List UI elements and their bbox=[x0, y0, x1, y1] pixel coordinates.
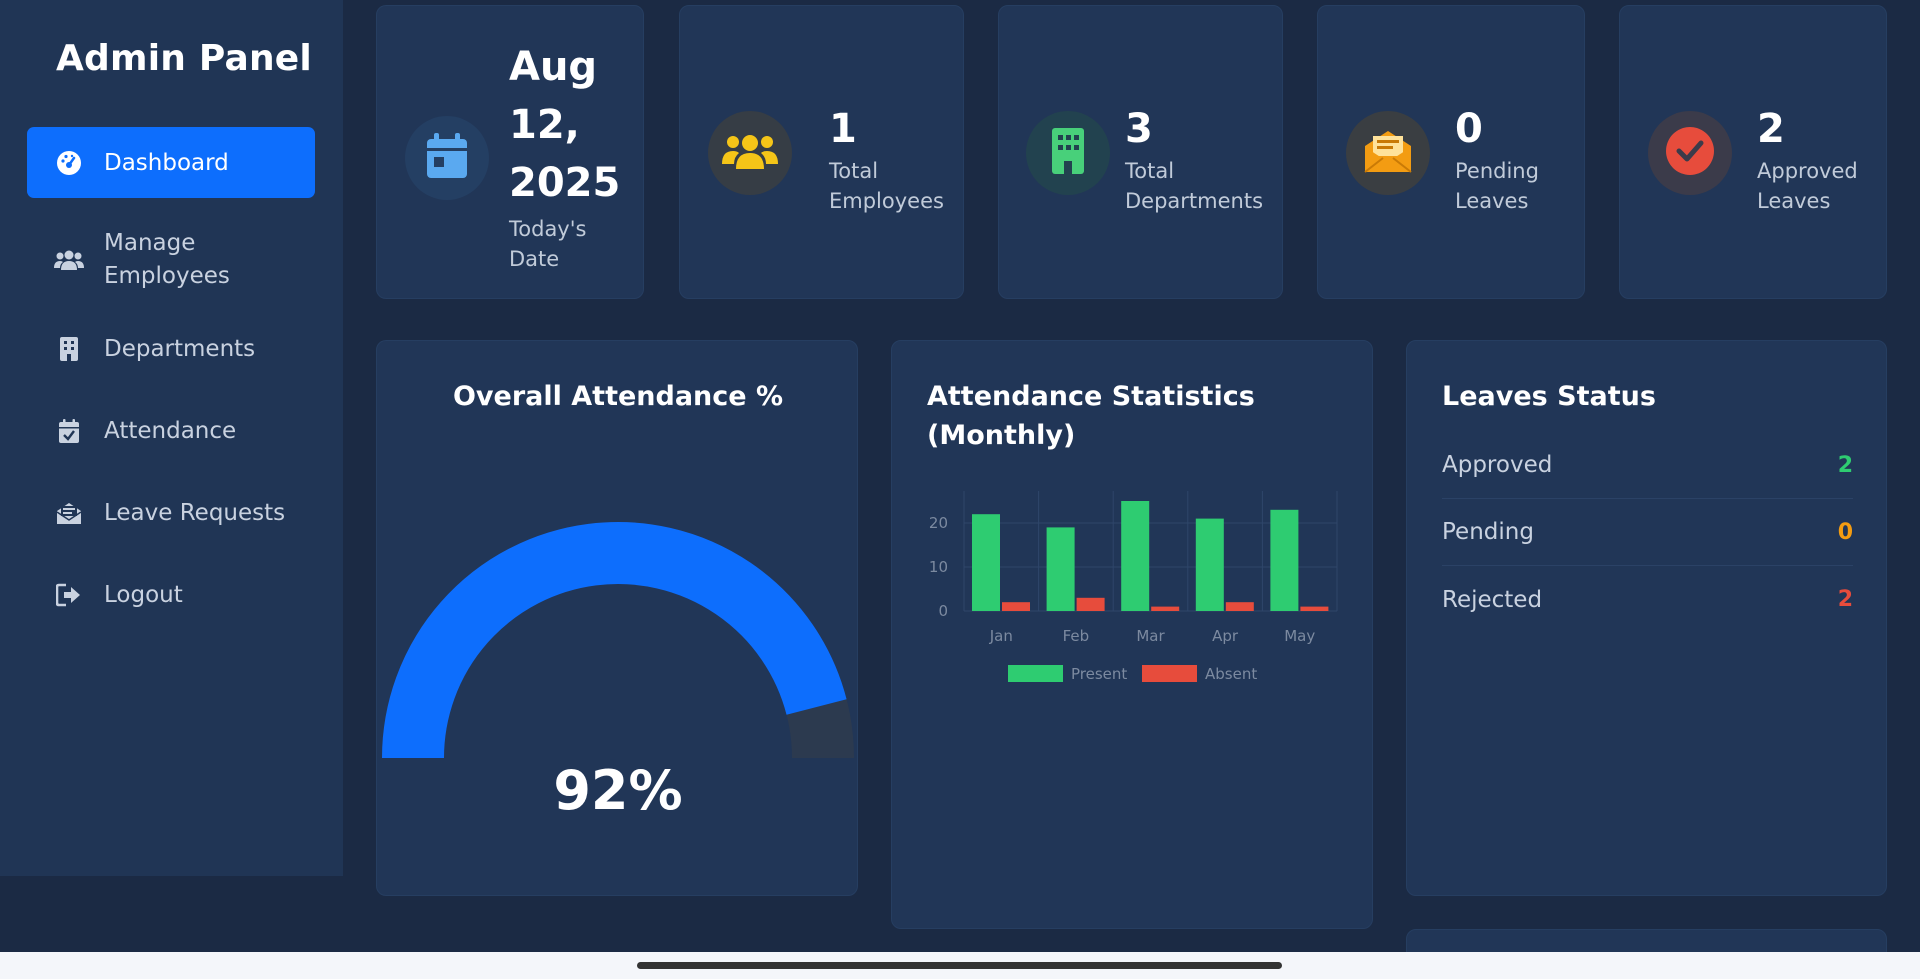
legend-swatch-absent bbox=[1142, 665, 1197, 682]
stat-label: Today's Date bbox=[509, 217, 587, 271]
stat-icon-bg bbox=[405, 116, 489, 200]
stat-card-employees: 1 Total Employees bbox=[679, 5, 964, 299]
building-icon bbox=[54, 334, 84, 364]
stat-icon-bg bbox=[1648, 111, 1732, 195]
leave-row-rejected: Rejected 2 bbox=[1442, 566, 1853, 633]
sidebar-item-departments[interactable]: Departments bbox=[27, 314, 315, 384]
y-tick-label: 0 bbox=[938, 602, 948, 620]
bar-present bbox=[1270, 509, 1299, 611]
stat-card-approved-leaves: 2 Approved Leaves bbox=[1619, 5, 1887, 299]
sidebar-item-attendance[interactable]: Attendance bbox=[27, 396, 315, 466]
legend-label-present: Present bbox=[1071, 665, 1127, 683]
leave-label: Pending bbox=[1442, 519, 1534, 545]
sidebar-item-label: Manage Employees bbox=[104, 230, 230, 289]
gauge-fill bbox=[382, 522, 847, 759]
check-circle-icon bbox=[1665, 126, 1715, 180]
sidebar-item-label: Leave Requests bbox=[104, 500, 286, 526]
sidebar-item-logout[interactable]: Logout bbox=[27, 560, 315, 630]
x-tick-label: Jan bbox=[989, 627, 1013, 645]
leave-count: 0 bbox=[1837, 519, 1853, 545]
bar-absent bbox=[1151, 606, 1180, 611]
sidebar-item-leave-requests[interactable]: Leave Requests bbox=[27, 478, 315, 548]
users-icon bbox=[722, 131, 778, 175]
leave-row-pending: Pending 0 bbox=[1442, 499, 1853, 566]
bar-present bbox=[1046, 527, 1075, 611]
x-tick-label: May bbox=[1284, 627, 1315, 645]
calendar-icon bbox=[425, 132, 469, 184]
x-tick-label: Feb bbox=[1063, 627, 1090, 645]
legend-swatch-present bbox=[1008, 665, 1063, 682]
bar-absent bbox=[1076, 597, 1105, 611]
stat-value: Aug 12, 2025 bbox=[509, 44, 621, 206]
bar-present bbox=[1195, 518, 1224, 611]
legend-label-absent: Absent bbox=[1205, 665, 1257, 683]
envelope-open-icon bbox=[1363, 128, 1413, 178]
leave-label: Rejected bbox=[1442, 586, 1543, 613]
sidebar-item-label: Logout bbox=[104, 582, 183, 608]
stat-label: Pending Leaves bbox=[1455, 159, 1539, 213]
home-indicator[interactable] bbox=[637, 962, 1282, 969]
logout-icon bbox=[54, 580, 84, 610]
bar-absent bbox=[1002, 602, 1030, 611]
building-icon bbox=[1051, 127, 1085, 179]
sidebar-nav: Dashboard Manage Employees Departments A… bbox=[27, 127, 315, 630]
sidebar: Admin Panel Dashboard Manage Employees D… bbox=[0, 0, 343, 876]
stat-label: Total Employees bbox=[829, 159, 944, 213]
stat-value: 0 bbox=[1455, 106, 1483, 152]
y-tick-label: 20 bbox=[929, 514, 948, 532]
stat-icon-bg bbox=[708, 111, 792, 195]
stat-label: Approved Leaves bbox=[1757, 159, 1858, 213]
bar-absent bbox=[1225, 602, 1254, 611]
sidebar-item-label: Attendance bbox=[104, 418, 237, 444]
stat-value: 2 bbox=[1757, 106, 1785, 152]
users-icon bbox=[54, 245, 84, 275]
sidebar-item-manage-employees[interactable]: Manage Employees bbox=[27, 214, 315, 306]
x-tick-label: Apr bbox=[1212, 627, 1239, 645]
stat-card-pending-leaves: 0 Pending Leaves bbox=[1317, 5, 1585, 299]
stat-card-departments: 3 Total Departments bbox=[998, 5, 1283, 299]
calendar-check-icon bbox=[54, 416, 84, 446]
stat-card-date: Aug 12, 2025 Today's Date bbox=[376, 5, 644, 299]
bar-present bbox=[1121, 501, 1150, 611]
bar-chart: 0 10 20 Jan Feb Mar Apr May Present Absent bbox=[929, 491, 1338, 683]
envelope-icon bbox=[54, 498, 84, 528]
x-tick-label: Mar bbox=[1136, 627, 1165, 645]
leave-count: 2 bbox=[1837, 587, 1853, 612]
brand-title: Admin Panel bbox=[56, 38, 312, 79]
attendance-gauge-panel: Overall Attendance % 92% bbox=[376, 340, 858, 896]
y-tick-label: 10 bbox=[929, 558, 948, 576]
stat-icon-bg bbox=[1026, 111, 1110, 195]
bar-present bbox=[972, 514, 1000, 611]
gauge-value: 92% bbox=[553, 759, 683, 822]
sidebar-item-label: Departments bbox=[104, 336, 256, 362]
panel-title: Leaves Status bbox=[1442, 381, 1656, 412]
stat-icon-bg bbox=[1346, 111, 1430, 195]
sidebar-item-label: Dashboard bbox=[104, 149, 229, 176]
bar-absent bbox=[1300, 606, 1329, 611]
leave-count: 2 bbox=[1837, 452, 1853, 478]
sidebar-item-dashboard[interactable]: Dashboard bbox=[27, 127, 315, 198]
leave-row-approved: Approved 2 bbox=[1442, 432, 1853, 499]
dashboard-icon bbox=[54, 148, 84, 178]
leave-label: Approved bbox=[1442, 452, 1553, 478]
stat-label: Total Departments bbox=[1125, 159, 1264, 213]
stat-value: 1 bbox=[829, 106, 857, 152]
attendance-chart-panel: Attendance Statistics (Monthly) 0 10 20 Jan… bbox=[891, 340, 1373, 929]
leaves-status-panel: Leaves Status Approved 2 Pending 0 Rejec… bbox=[1406, 340, 1887, 896]
stat-value: 3 bbox=[1125, 106, 1153, 152]
